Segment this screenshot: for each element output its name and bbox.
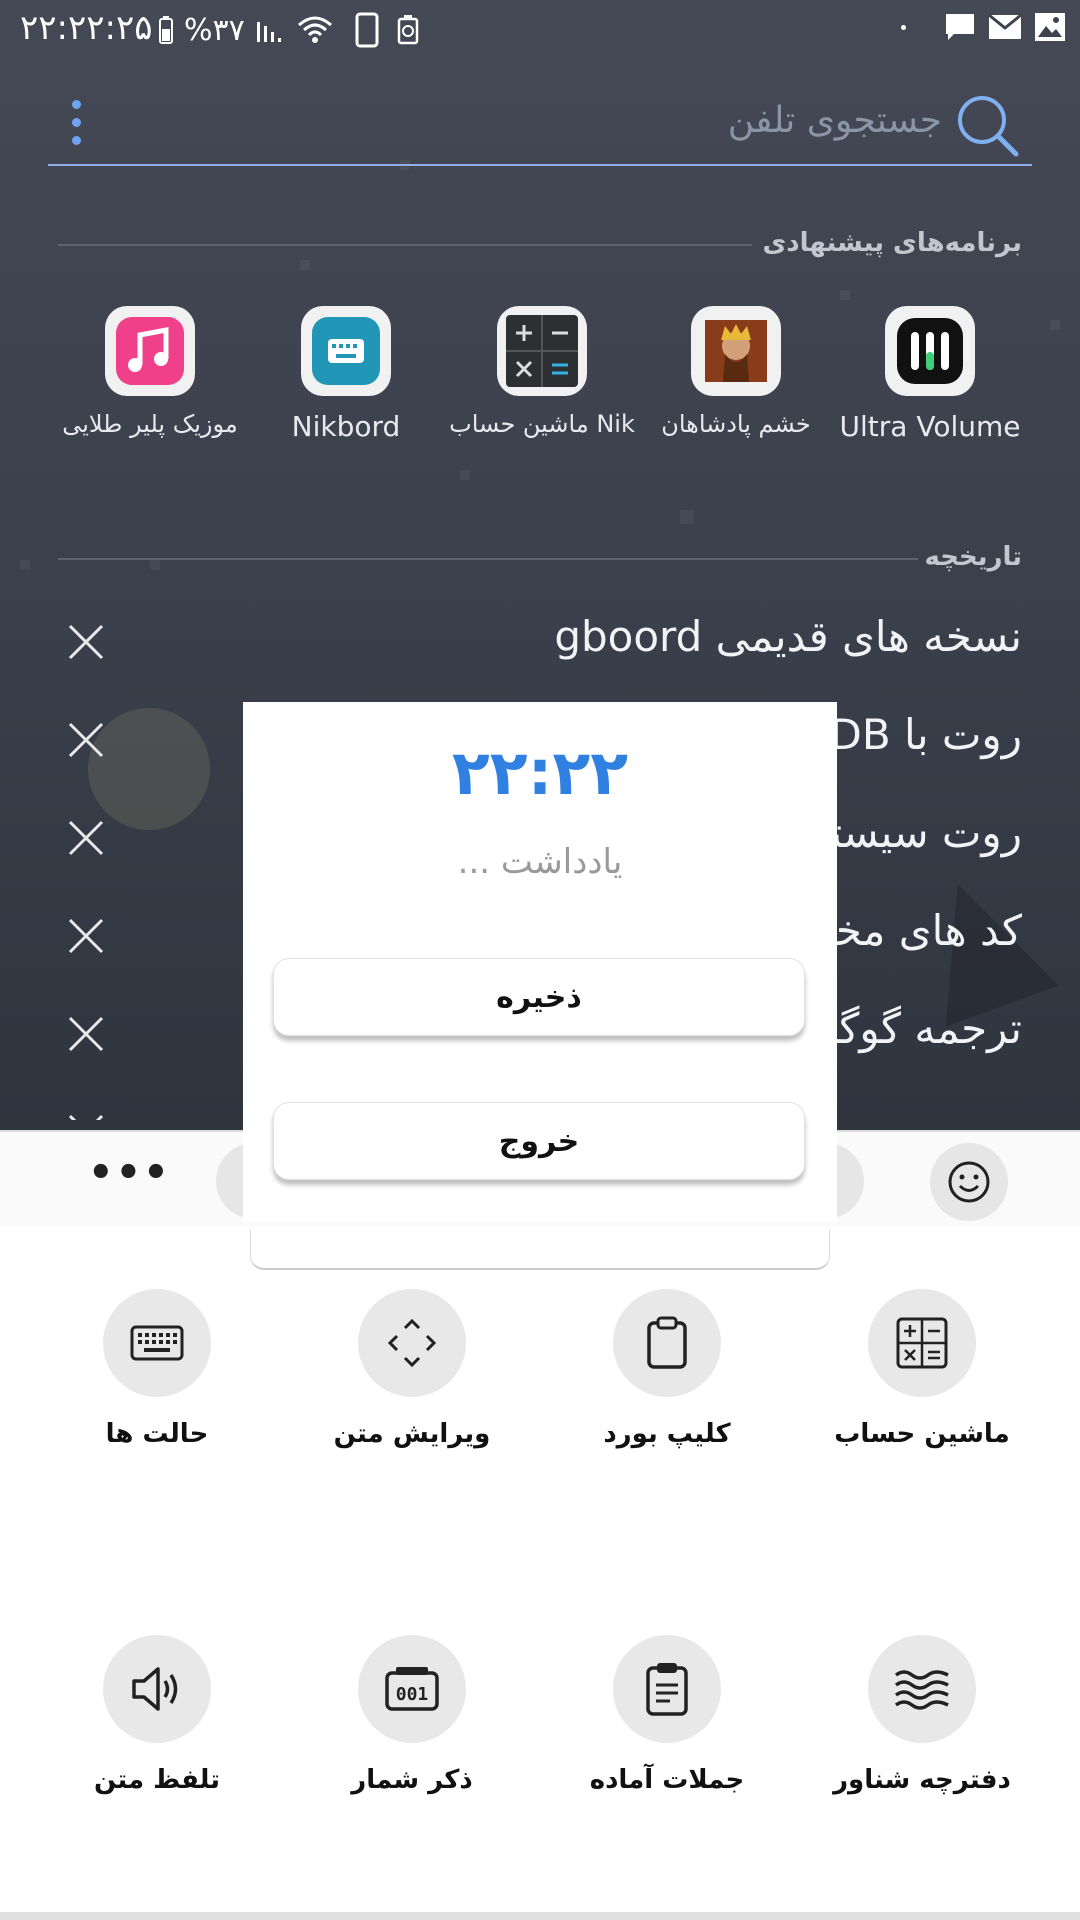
- counter-icon: 001: [385, 1667, 439, 1711]
- signal-icon: [255, 16, 285, 44]
- delete-icon[interactable]: [64, 620, 108, 664]
- tool-counter[interactable]: 001 ذکر شمار: [297, 1635, 527, 1795]
- battery-percent: %۳۷: [184, 12, 245, 48]
- nav-bar-divider: [0, 1912, 1080, 1920]
- dialog-time: ۲۲:۲۲: [451, 736, 629, 809]
- emoji-icon: [948, 1161, 990, 1203]
- save-button[interactable]: ذخیره: [273, 958, 805, 1036]
- section-divider: [58, 558, 918, 560]
- delete-icon[interactable]: [64, 1012, 108, 1056]
- calculator-app-icon: [497, 306, 587, 396]
- dialog-bottom-edge: [250, 1230, 830, 1270]
- recycle-battery-icon: [397, 15, 419, 45]
- phone-search-bar[interactable]: جستجوی تلفن: [48, 86, 1032, 166]
- note-input[interactable]: یادداشت ...: [243, 842, 837, 882]
- calculator-icon: [896, 1317, 948, 1369]
- tool-text-to-speech[interactable]: تلفظ متن: [42, 1635, 272, 1795]
- history-item[interactable]: نسخه های قدیمی gboord: [58, 600, 1022, 698]
- keyboard-app-icon: [301, 306, 391, 396]
- wifi-icon: [295, 15, 335, 45]
- delete-icon[interactable]: [64, 1110, 108, 1120]
- emoji-button[interactable]: [930, 1143, 1008, 1221]
- search-icon[interactable]: [954, 92, 1024, 166]
- app-game[interactable]: خشم پادشاهان: [636, 306, 836, 438]
- text-edit-icon: [387, 1318, 437, 1368]
- mail-icon: [988, 13, 1022, 41]
- battery-icon: [158, 16, 174, 44]
- more-button[interactable]: •••: [88, 1150, 171, 1196]
- game-icon: [691, 306, 781, 396]
- overflow-menu-icon[interactable]: [72, 100, 86, 145]
- phone-icon: [355, 12, 379, 48]
- suggested-apps-row: موزیک پلیر طلایی Nikbord ماشین حساب Nik …: [48, 306, 1032, 456]
- status-bar: ۲۲:۲۲:۲۵ %۳۷: [0, 0, 1080, 60]
- notification-dot: [901, 24, 906, 30]
- volume-app-icon: [885, 306, 975, 396]
- suggested-apps-title: برنامه‌های پیشنهادی: [762, 228, 1022, 258]
- tool-clipboard[interactable]: کلیپ بورد: [552, 1289, 782, 1449]
- search-input[interactable]: جستجوی تلفن: [728, 100, 942, 141]
- clipboard-icon: [647, 1316, 687, 1369]
- app-ultra-volume[interactable]: Ultra Volume: [830, 306, 1030, 443]
- image-icon: [1034, 12, 1066, 42]
- tool-text-edit[interactable]: ویرایش متن: [297, 1289, 527, 1449]
- svg-text:001: 001: [396, 1684, 429, 1705]
- app-nik-calculator[interactable]: ماشین حساب Nik: [442, 306, 642, 438]
- app-music-player[interactable]: موزیک پلیر طلایی: [50, 306, 250, 438]
- tool-calculator[interactable]: ماشین حساب: [807, 1289, 1037, 1449]
- ready-phrases-icon: [646, 1663, 688, 1716]
- delete-icon[interactable]: [64, 816, 108, 860]
- tool-modes[interactable]: حالت ها: [42, 1289, 272, 1449]
- tool-ready-phrases[interactable]: جملات آماده: [552, 1635, 782, 1795]
- music-icon: [105, 306, 195, 396]
- app-nikbord[interactable]: Nikbord: [246, 306, 446, 443]
- delete-icon[interactable]: [64, 914, 108, 958]
- keyboard-icon: [130, 1325, 184, 1361]
- note-dialog: ۲۲:۲۲ یادداشت ... ذخیره خروج: [243, 702, 837, 1222]
- delete-icon[interactable]: [64, 718, 108, 762]
- exit-button[interactable]: خروج: [273, 1102, 805, 1180]
- tool-floating-notes[interactable]: دفترچه شناور: [807, 1635, 1037, 1795]
- status-time: ۲۲:۲۲:۲۵: [20, 8, 153, 48]
- floating-notes-icon: [894, 1670, 949, 1710]
- message-icon: [944, 12, 976, 42]
- section-divider: [58, 244, 752, 246]
- speaker-icon: [132, 1667, 178, 1711]
- history-title: تاریخچه: [924, 542, 1023, 572]
